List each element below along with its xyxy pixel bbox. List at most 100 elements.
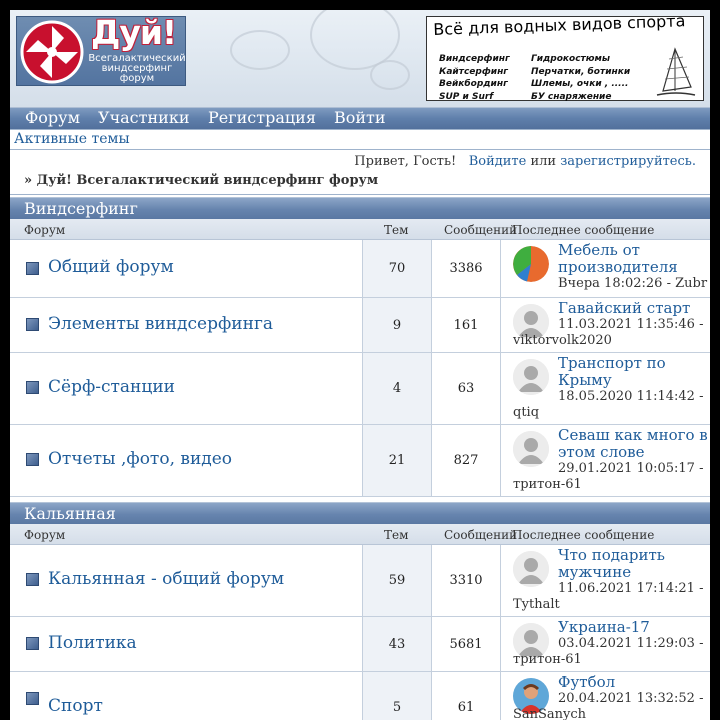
last-post-title[interactable]: Транспорт по Крыму [513, 355, 708, 389]
ad-column-sports: Виндсерфинг Кайтсерфинг Вейкбординг SUP … [439, 54, 510, 102]
forum-link[interactable]: Сёрф-станции [48, 377, 175, 397]
last-post-cell: Футбол 20.04.2021 13:32:52 - SanSanych [501, 672, 710, 720]
forum-row: Отчеты ,фото, видео 21 827 Севаш как много … [10, 425, 710, 497]
last-post-block: Севаш как много в этом слове 29.01.2021 1… [513, 427, 708, 493]
last-post-user[interactable]: SanSanych [513, 707, 708, 720]
forum-link[interactable]: Политика [48, 633, 137, 653]
last-post-cell: Что подарить мужчине 11.06.2021 17:14:21 … [501, 545, 710, 616]
last-post-block: Мебель от производителя Вчера 18:02:26 - … [513, 242, 708, 292]
nav-members[interactable]: Участники [98, 108, 189, 128]
column-headers: Форум Тем Сообщений Последнее сообщение [10, 219, 710, 240]
col-messages: Сообщений [444, 223, 518, 237]
forum-folder-icon [26, 262, 39, 275]
forum-link[interactable]: Элементы виндсерфинга [48, 314, 273, 334]
col-topics: Тем [384, 223, 409, 237]
topics-count: 43 [388, 636, 406, 652]
active-topics-link[interactable]: Активные темы [14, 131, 130, 147]
active-topics-bar: Активные темы [10, 129, 710, 150]
last-post-user[interactable]: тритон-61 [513, 477, 708, 493]
last-post-time: 03.04.2021 11:29:03 - [558, 636, 704, 651]
welcome-box: Привет, Гость! Войдите или зарегистрируй… [10, 151, 710, 195]
guest-greeting: Привет, Гость! Войдите или зарегистрируй… [354, 154, 696, 169]
last-post-title[interactable]: Украина-17 [513, 619, 708, 636]
forum-link[interactable]: Спорт [48, 696, 103, 716]
last-post-block: Гавайский старт 11.03.2021 11:35:46 - vikt… [513, 300, 708, 349]
topics-count: 21 [388, 453, 406, 468]
nav-register[interactable]: Регистрация [208, 108, 316, 128]
last-post-cell: Мебель от производителя Вчера 18:02:26 - … [501, 240, 710, 297]
messages-count-cell: 3310 [432, 545, 501, 616]
category-title[interactable]: Виндсерфинг [24, 198, 138, 219]
last-post-time: Вчера 18:02:26 - Zubr [558, 276, 708, 291]
messages-count-cell: 63 [432, 353, 501, 424]
forum-row: Кальянная - общий форум 59 3310 Что подарит… [10, 545, 710, 617]
last-post-title[interactable]: Что подарить мужчине [513, 547, 708, 581]
messages-count: 161 [453, 317, 479, 333]
windsurf-sail-icon [656, 47, 696, 96]
last-post-title[interactable]: Севаш как много в этом слове [513, 427, 708, 461]
forum-link[interactable]: Общий форум [48, 257, 174, 277]
messages-count-cell: 61 [432, 672, 501, 720]
forum-page: Дуй! Всегалактический виндсерфинг форум … [10, 10, 710, 720]
advertisement-banner[interactable]: Всё для водных видов спорта Виндсерфинг … [426, 11, 704, 102]
last-post-cell: Севаш как много в этом слове 29.01.2021 1… [501, 425, 710, 496]
nav-forum[interactable]: Форум [25, 108, 80, 128]
last-post-user[interactable]: qtiq [513, 405, 708, 421]
logo-subtitle: Всегалактический виндсерфинг форум [88, 53, 186, 84]
last-post-title[interactable]: Гавайский старт [513, 300, 708, 317]
last-post-user[interactable]: viktorvolk2020 [513, 333, 708, 349]
login-link[interactable]: Войдите [469, 154, 527, 169]
col-messages: Сообщений [444, 528, 518, 542]
background-doodle [230, 30, 290, 70]
logo-title: Дуй! [91, 13, 177, 52]
forum-link[interactable]: Кальянная - общий форум [48, 569, 284, 589]
topics-count: 5 [392, 700, 402, 715]
category-title[interactable]: Кальянная [24, 503, 116, 524]
forum-folder-icon [26, 381, 39, 394]
forum-folder-icon [26, 453, 39, 466]
ad-title: Всё для водных видов спорта [433, 11, 686, 39]
col-last-message: Последнее сообщение [512, 223, 655, 237]
messages-count: 3386 [449, 261, 483, 276]
topics-count: 59 [388, 573, 406, 588]
breadcrumb: » Дуй! Всегалактический виндсерфинг фору… [24, 173, 379, 188]
forum-cell: Политика [10, 617, 362, 671]
last-post-block: Транспорт по Крыму 18.05.2020 11:14:42 -q… [513, 355, 708, 421]
forum-row: Политика 43 5681 Украина-17 03.04.2021 11:29… [10, 617, 710, 672]
messages-count: 5681 [449, 636, 483, 652]
last-post-time: 29.01.2021 10:05:17 - [558, 461, 704, 476]
last-post-title[interactable]: Футбол [513, 674, 708, 691]
last-post-block: Что подарить мужчине 11.06.2021 17:14:21 … [513, 547, 708, 613]
last-post-time: 11.03.2021 11:35:46 - [558, 317, 704, 332]
register-link[interactable]: зарегистрируйтесь. [560, 154, 696, 169]
forum-link[interactable]: Отчеты ,фото, видео [48, 449, 232, 469]
forum-row: Сёрф-станции 4 63 Транспорт по Крыму 18.05.2… [10, 353, 710, 425]
forum-cell: Кальянная - общий форум [10, 545, 362, 616]
background-doodle [370, 60, 410, 90]
messages-count-cell: 161 [432, 298, 501, 352]
last-post-block: Украина-17 03.04.2021 11:29:03 - тритон-61 [513, 619, 708, 668]
messages-count: 827 [453, 453, 479, 468]
last-post-user[interactable]: тритон-61 [513, 652, 708, 668]
topics-count-cell: 5 [362, 672, 432, 720]
topics-count-cell: 21 [362, 425, 432, 496]
last-post-user[interactable]: Tythalt [513, 597, 708, 613]
forum-cell: Отчеты ,фото, видео [10, 425, 362, 496]
messages-count: 61 [457, 700, 475, 715]
category-header[interactable]: Виндсерфинг [10, 197, 710, 219]
messages-count-cell: 827 [432, 425, 501, 496]
forum-cell: Сёрф-станции [10, 353, 362, 424]
messages-count-cell: 5681 [432, 617, 501, 671]
site-header: Дуй! Всегалактический виндсерфинг форум … [10, 10, 710, 107]
forum-folder-icon [26, 318, 39, 331]
last-post-title[interactable]: Мебель от производителя [513, 242, 708, 276]
site-logo[interactable]: Дуй! Всегалактический виндсерфинг форум [16, 13, 186, 86]
messages-count: 63 [457, 381, 475, 396]
forum-folder-icon [26, 637, 39, 650]
nav-login[interactable]: Войти [334, 108, 386, 128]
last-post-block: Футбол 20.04.2021 13:32:52 - SanSanych [513, 674, 708, 720]
category-header[interactable]: Кальянная [10, 502, 710, 524]
forum-row: Общий форум 70 3386 Мебель от производителя… [10, 240, 710, 298]
topics-count-cell: 9 [362, 298, 432, 352]
last-post-time: 11.06.2021 17:14:21 - [558, 581, 704, 596]
